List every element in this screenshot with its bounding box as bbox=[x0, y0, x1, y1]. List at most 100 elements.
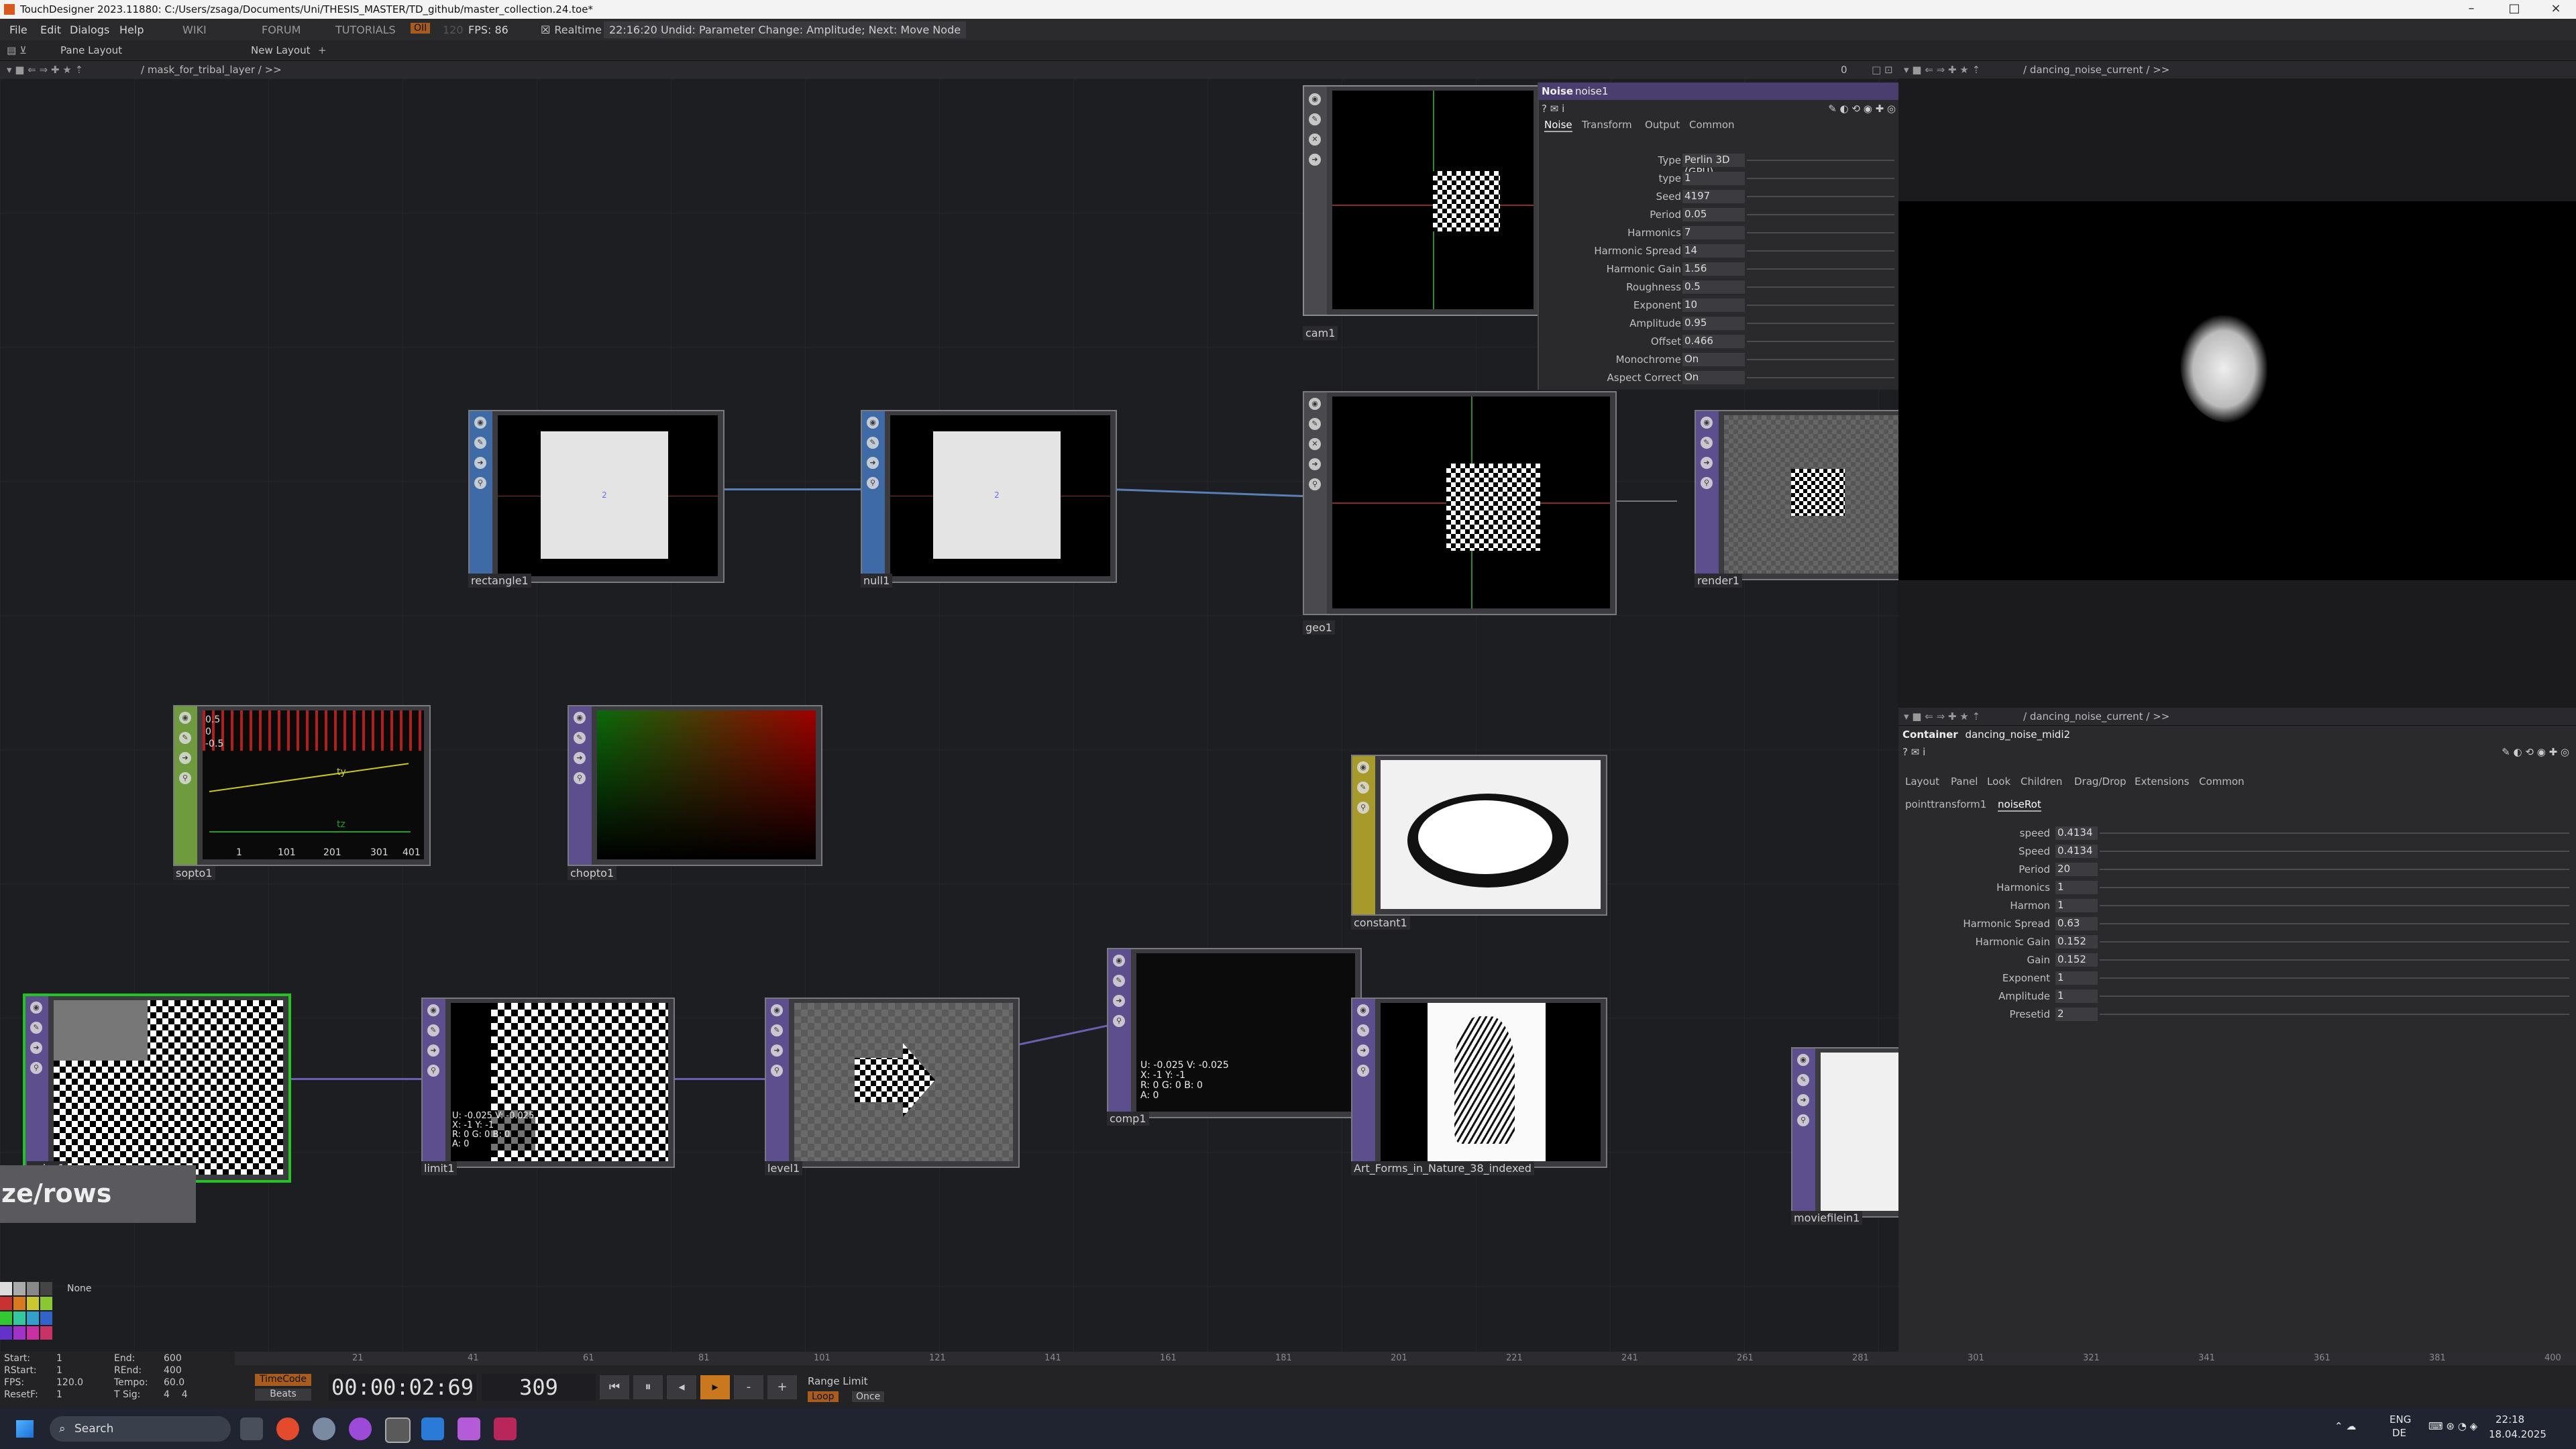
param-slider[interactable] bbox=[1747, 268, 1894, 270]
resetf-value[interactable]: 1 bbox=[56, 1389, 62, 1400]
param-slider[interactable] bbox=[2100, 959, 2569, 961]
node-lock-icon[interactable]: ⚲ bbox=[1797, 1114, 1809, 1126]
node-edit-icon[interactable]: ✎ bbox=[427, 1024, 439, 1036]
param-toolbar-icons[interactable]: ✎ ◐ ⟲ ◉ ✚ ◎ bbox=[1828, 103, 1896, 115]
node-output-icon[interactable]: ➜ bbox=[1309, 458, 1321, 470]
step-back-button[interactable]: ◂ bbox=[667, 1375, 696, 1399]
node-viewer-icon[interactable]: ◉ bbox=[1309, 398, 1321, 410]
node-lock-icon[interactable]: ⚲ bbox=[771, 1065, 783, 1077]
param-slider[interactable] bbox=[1747, 250, 1894, 252]
param-slider[interactable] bbox=[2100, 1014, 2569, 1015]
param-slider[interactable] bbox=[2100, 996, 2569, 997]
tab-extensions[interactable]: Extensions bbox=[2135, 775, 2189, 788]
node-edit-icon[interactable]: ✎ bbox=[1797, 1074, 1809, 1086]
node-edit-icon[interactable]: ✎ bbox=[179, 732, 191, 744]
node-output-icon[interactable]: ➜ bbox=[867, 457, 879, 469]
node-viewer-icon[interactable]: ◉ bbox=[867, 417, 879, 429]
node-rectangle1[interactable]: ◉ ✎ ➜ ⚲ 2 bbox=[468, 410, 724, 583]
pane-split-icon[interactable]: ▤ ⊻ bbox=[7, 44, 27, 56]
node-geo1[interactable]: ◉ ✎ ✕ ➜ ⚲ bbox=[1303, 391, 1617, 615]
param-help-icons[interactable]: ? ✉ i bbox=[1542, 103, 1564, 115]
node-output-icon[interactable]: ➜ bbox=[179, 752, 191, 764]
menu-dialogs[interactable]: Dialogs bbox=[70, 23, 109, 36]
indesign-icon[interactable] bbox=[494, 1417, 517, 1440]
node-comp1[interactable]: ◉ ✎ ➜ ⚲ U: -0.025 V: -0.025 X: -1 Y: -1 … bbox=[1107, 948, 1362, 1118]
param-slider[interactable] bbox=[2100, 923, 2569, 924]
param-value-field[interactable]: 0.152 bbox=[2055, 953, 2098, 967]
new-layout-button[interactable]: New Layout bbox=[251, 44, 310, 56]
node-level1[interactable]: ◉ ✎ ➜ ⚲ bbox=[765, 998, 1020, 1168]
pane-layout-button[interactable]: Pane Layout bbox=[60, 44, 122, 56]
color-swatch-palette[interactable]: None bbox=[0, 1282, 101, 1352]
viewer-nav-icons[interactable]: ▾ ■ ⇐ ⇒ ✚ ★ ⇡ bbox=[1904, 64, 1980, 76]
rewind-button[interactable]: ⏮ bbox=[600, 1375, 629, 1399]
param-value-field[interactable]: 0.5 bbox=[1682, 280, 1745, 294]
node-viewer-icon[interactable]: ◉ bbox=[427, 1004, 439, 1016]
play-button[interactable]: ▸ bbox=[700, 1375, 730, 1399]
node-edit-icon[interactable]: ✎ bbox=[1309, 418, 1321, 430]
node-output-icon[interactable]: ➜ bbox=[427, 1044, 439, 1057]
node-label-moviefilein1[interactable]: moviefilein1 bbox=[1791, 1211, 1863, 1225]
container-toolbar-icons[interactable]: ✎ ◐ ⟲ ◉ ✚ ◎ bbox=[2502, 746, 2569, 758]
param-row[interactable]: speed 0.4134 bbox=[1898, 825, 2576, 841]
param-value-field[interactable]: Perlin 3D (GPU) bbox=[1682, 154, 1745, 178]
param-slider[interactable] bbox=[1747, 232, 1894, 233]
node-constant1[interactable]: ◉ ✎ ⚲ bbox=[1351, 755, 1607, 916]
rstart-value[interactable]: 1 bbox=[56, 1365, 62, 1376]
tab-dragdrop[interactable]: Drag/Drop bbox=[2074, 775, 2127, 788]
node-viewer-icon[interactable]: ◉ bbox=[179, 712, 191, 724]
container-path[interactable]: / dancing_noise_current / >> bbox=[2023, 710, 2169, 722]
param-value-field[interactable]: 0.63 bbox=[2055, 917, 2098, 930]
param-value-field[interactable]: 14 bbox=[1682, 244, 1745, 258]
param-value-field[interactable]: 0.95 bbox=[1682, 317, 1745, 330]
param-value-field[interactable]: 1 bbox=[1682, 172, 1745, 185]
add-layout-button[interactable]: + bbox=[318, 44, 327, 56]
param-slider[interactable] bbox=[1747, 323, 1894, 324]
tempo-value[interactable]: 60.0 bbox=[164, 1377, 184, 1388]
param-row[interactable]: Seed 4197 bbox=[1539, 189, 1900, 205]
node-label-art-forms[interactable]: Art_Forms_in_Nature_38_indexed bbox=[1351, 1161, 1534, 1175]
node-viewer-icon[interactable]: ◉ bbox=[574, 712, 586, 724]
node-viewer-icon[interactable]: ◉ bbox=[1113, 955, 1125, 967]
param-value-field[interactable]: 10 bbox=[1682, 299, 1745, 312]
param-value-field[interactable]: 1 bbox=[2055, 989, 2098, 1003]
node-output-icon[interactable]: ➜ bbox=[1113, 995, 1125, 1007]
menu-edit[interactable]: Edit bbox=[40, 23, 61, 36]
param-value-field[interactable]: On bbox=[1682, 371, 1745, 384]
tab-children[interactable]: Children bbox=[2021, 775, 2062, 788]
viewer-path[interactable]: / dancing_noise_current / >> bbox=[2023, 64, 2169, 76]
param-slider[interactable] bbox=[1747, 305, 1894, 306]
perform-mode-badge[interactable]: OII bbox=[411, 23, 431, 34]
beats-toggle[interactable]: Beats bbox=[255, 1389, 311, 1401]
node-render1[interactable]: ◉ ✎ ➜ ⚲ bbox=[1695, 410, 1898, 580]
node-lock-icon[interactable]: ⚲ bbox=[867, 477, 879, 489]
param-row[interactable]: Harmonics 7 bbox=[1539, 225, 1900, 241]
node-label-level1[interactable]: level1 bbox=[765, 1161, 803, 1175]
node-viewer-icon[interactable]: ◉ bbox=[1357, 1004, 1369, 1016]
node-viewer-icon[interactable]: ◉ bbox=[771, 1004, 783, 1016]
param-slider[interactable] bbox=[2100, 905, 2569, 906]
node-edit-icon[interactable]: ✎ bbox=[1701, 437, 1713, 449]
node-bypass-icon[interactable]: ✕ bbox=[1309, 438, 1321, 450]
path-nav-icons[interactable]: ▾ ■ ⇐ ⇒ ✚ ★ ⇡ bbox=[7, 64, 83, 76]
link-wiki[interactable]: WIKI bbox=[182, 23, 207, 36]
node-bypass-icon[interactable]: ✕ bbox=[1309, 133, 1321, 146]
node-lock-icon[interactable]: ⚲ bbox=[574, 772, 586, 784]
maximize-button[interactable]: □ bbox=[2494, 1, 2534, 15]
param-value-field[interactable]: 20 bbox=[2055, 863, 2098, 876]
param-row[interactable]: Harmonic Gain 1.56 bbox=[1539, 261, 1900, 277]
system-tray-icons[interactable]: ⌨ ⊛ ◔ ◈ bbox=[2428, 1420, 2477, 1432]
param-slider[interactable] bbox=[2100, 941, 2569, 943]
param-row[interactable]: Amplitude 1 bbox=[1898, 988, 2576, 1004]
minimize-button[interactable]: – bbox=[2451, 1, 2491, 15]
node-edit-icon[interactable]: ✎ bbox=[1113, 975, 1125, 987]
node-moviefilein1[interactable]: ◉ ✎ ➜ ⚲ bbox=[1791, 1047, 1898, 1218]
node-output-icon[interactable]: ➜ bbox=[771, 1044, 783, 1057]
subtab-noiserot[interactable]: noiseRot bbox=[1998, 798, 2041, 812]
param-row[interactable]: Period 0.05 bbox=[1539, 207, 1900, 223]
node-art-forms[interactable]: ◉ ✎ ➜ ⚲ bbox=[1351, 998, 1607, 1168]
network-path[interactable]: / mask_for_tribal_layer / >> bbox=[141, 64, 282, 76]
container-nav-icons[interactable]: ▾ ■ ⇐ ⇒ ✚ ★ ⇡ bbox=[1904, 710, 1980, 722]
node-noise1[interactable]: ◉ ✎ ➜ ⚲ bbox=[23, 994, 291, 1183]
realtime-toggle[interactable]: ☒ Realtime bbox=[541, 23, 602, 36]
